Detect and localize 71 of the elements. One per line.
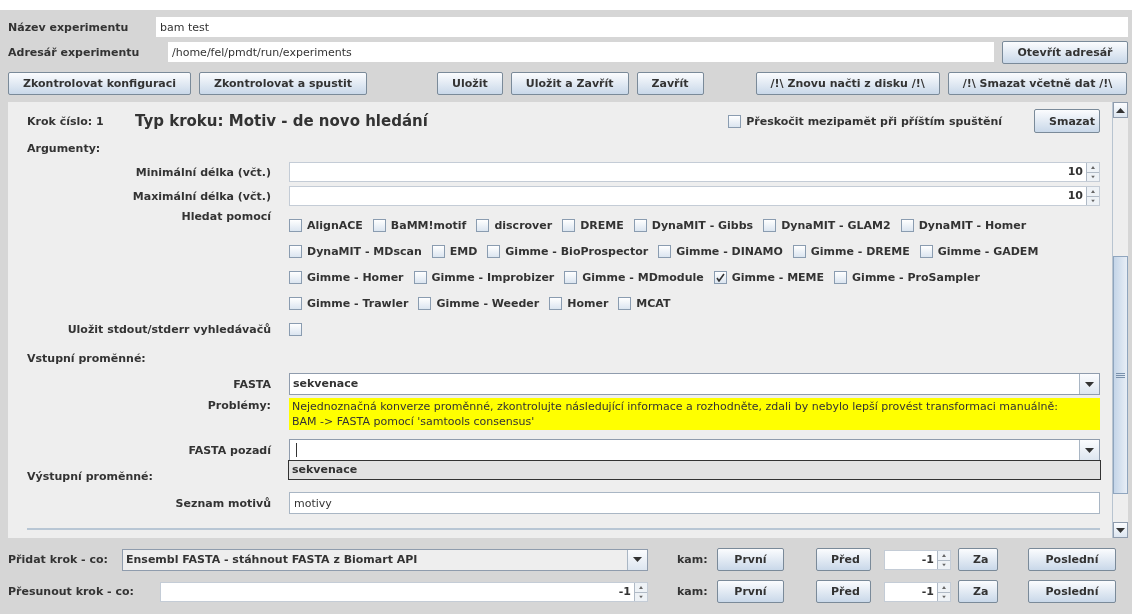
dropdown[interactable]: sekvenace — [289, 373, 1100, 395]
warning-message: Nejednoznačná konverze proměnné, zkontrolujte následující informace a rozhodněte, zdali by nebylo lepší provést transformaci manuálně: BAM -> FASTA pomocí 'samtools consensus' — [289, 398, 1100, 430]
checkbox[interactable]: Gimme - Weeder — [418, 294, 540, 312]
field-label: Minimální délka (včt.) — [134, 165, 271, 179]
number-spinner[interactable]: 10 — [289, 162, 1100, 182]
row-label: Přesunout krok - co: — [8, 585, 135, 598]
position-spinner[interactable]: -1 — [884, 581, 951, 602]
checkbox[interactable]: DynaMIT - GLAM2 — [763, 216, 891, 234]
text-field[interactable]: /home/fel/pmdt/run/experiments — [168, 42, 994, 62]
first-button[interactable]: První — [717, 580, 784, 603]
field-label: Hledat pomocí — [180, 209, 271, 223]
field-label: FASTA pozadí — [187, 443, 271, 457]
step-title: Typ kroku: Motiv - de novo hledání — [135, 112, 430, 130]
checkbox[interactable]: Gimme - MDmodule — [564, 268, 704, 286]
checkbox[interactable]: Homer — [549, 294, 609, 312]
checkbox[interactable]: AlignACE — [289, 216, 363, 234]
first-button[interactable]: První — [717, 548, 784, 571]
row-label: Přidat krok - co: — [8, 553, 109, 566]
step-dropdown[interactable]: Ensembl FASTA - stáhnout FASTA z Biomart API — [122, 548, 648, 571]
step-number: Krok číslo: 1 — [27, 114, 105, 128]
checkbox[interactable]: Gimme - BioProspector — [487, 242, 649, 260]
toolbar-button[interactable]: Uložit — [437, 71, 503, 95]
checkbox[interactable]: DynaMIT - Gibbs — [633, 216, 754, 234]
number-spinner[interactable]: 10 — [289, 186, 1100, 206]
checkbox[interactable]: DynaMIT - MDscan — [289, 242, 422, 260]
row-label: kam: — [677, 585, 709, 598]
field-label: Název experimentu — [8, 20, 130, 34]
field-label: Seznam motivů — [174, 496, 271, 510]
text-field[interactable]: bam test — [156, 17, 1128, 37]
text-field[interactable]: motivy — [289, 492, 1100, 514]
field-label: Maximální délka (včt.) — [131, 189, 271, 203]
before-button[interactable]: Před — [816, 548, 871, 571]
last-button[interactable]: Poslední — [1028, 548, 1116, 571]
toolbar-button[interactable]: /!\ Znovu načti z disku /!\ — [755, 71, 940, 95]
checkbox[interactable]: Gimme - Trawler — [289, 294, 409, 312]
before-button[interactable]: Před — [816, 580, 871, 603]
last-button[interactable]: Poslední — [1028, 580, 1116, 603]
checkbox[interactable]: Gimme - DREME — [792, 242, 910, 260]
toolbar-button[interactable]: Uložit a Zavřít — [510, 71, 629, 95]
dropdown-option[interactable]: sekvenace — [289, 461, 1100, 479]
field-label: Uložit stdout/stderr vyhledávačů — [66, 322, 271, 336]
checkbox[interactable]: Gimme - GADEM — [919, 242, 1039, 260]
checkbox[interactable]: Gimme - Homer — [289, 268, 404, 286]
checkbox[interactable]: DynaMIT - Homer — [900, 216, 1027, 234]
checkbox[interactable]: Gimme - Improbizer — [413, 268, 555, 286]
checkbox[interactable]: BaMM!motif — [372, 216, 467, 234]
checkbox[interactable]: Gimme - DINAMO — [658, 242, 783, 260]
section-heading: Argumenty: — [27, 140, 101, 157]
checkbox[interactable]: MCAT — [618, 294, 671, 312]
after-button[interactable]: Za — [958, 548, 998, 571]
field-label: Adresář experimentu — [8, 45, 141, 59]
delete-button[interactable]: Smazat — [1034, 109, 1100, 133]
checkbox[interactable]: discrover — [476, 216, 553, 234]
field-label: FASTA — [232, 377, 271, 391]
after-button[interactable]: Za — [958, 580, 998, 603]
field-label: Problémy: — [206, 398, 271, 412]
checkbox[interactable]: EMD — [431, 242, 478, 260]
toolbar-button[interactable]: Zkontrolovat a spustit — [199, 71, 368, 95]
section-heading: Výstupní proměnné: — [27, 468, 153, 485]
position-spinner[interactable]: -1 — [884, 549, 951, 570]
row-label: kam: — [677, 553, 709, 566]
toolbar-button[interactable]: /!\ Smazat včetně dat /!\ — [947, 71, 1128, 95]
open-folder-button[interactable]: Otevřít adresář — [1002, 40, 1128, 64]
checkbox[interactable]: Přeskočit mezipamět při příštím spuštění — [728, 114, 1002, 128]
checkbox[interactable]: Gimme - ProSampler — [834, 268, 980, 286]
step-spinner[interactable]: -1 — [160, 581, 648, 602]
checkbox[interactable]: DREME — [562, 216, 624, 234]
toolbar-button[interactable]: Zavřít — [636, 71, 704, 95]
section-heading: Vstupní proměnné: — [27, 350, 146, 367]
toolbar-button[interactable]: Zkontrolovat konfiguraci — [8, 71, 192, 95]
checkbox[interactable]: Gimme - MEME — [713, 268, 825, 286]
